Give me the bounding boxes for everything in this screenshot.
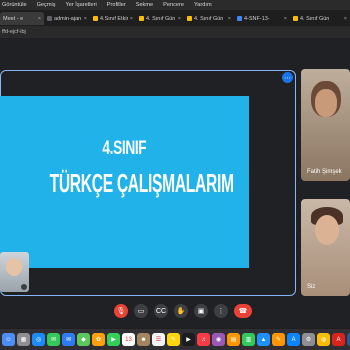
menu-item-history[interactable]: Geçmiş xyxy=(37,2,56,8)
close-tab-icon[interactable]: × xyxy=(84,16,87,22)
menu-item-view[interactable]: Görüntüle xyxy=(2,2,27,8)
avatar xyxy=(6,258,22,276)
tab-strip: Meet - e × admin-ajan × 4.Sınıf Etkin × … xyxy=(0,10,350,26)
participant-name: Siz xyxy=(307,284,316,290)
participant-face xyxy=(315,89,337,117)
tab-label: 4. Sınıf Gün xyxy=(300,15,330,22)
settings-icon[interactable]: ⚙ xyxy=(302,333,315,346)
participant-name: Fatih Şimşek xyxy=(307,169,342,175)
mail-icon[interactable]: ✉ xyxy=(62,333,75,346)
tab-gun-2[interactable]: 4. Sınıf Gün × xyxy=(184,12,234,25)
tab-label: Meet - e xyxy=(3,15,24,22)
numbers-icon[interactable]: ▥ xyxy=(242,333,255,346)
self-view-thumbnail[interactable] xyxy=(0,252,29,292)
acrobat-icon[interactable]: A xyxy=(332,333,345,346)
appstore-icon[interactable]: A xyxy=(287,333,300,346)
captions-icon[interactable]: CC xyxy=(154,304,168,318)
menu-item-window[interactable]: Pencere xyxy=(163,2,184,8)
close-tab-icon[interactable]: × xyxy=(344,16,347,22)
tab-snf[interactable]: 4-SNF-13- × xyxy=(234,12,290,25)
pages-icon[interactable]: ✎ xyxy=(272,333,285,346)
close-tab-icon[interactable]: × xyxy=(284,16,287,22)
tab-admin[interactable]: admin-ajan × xyxy=(44,12,90,25)
appletv-icon[interactable]: ▶ xyxy=(182,333,195,346)
tab-gun-1[interactable]: 4. Sınıf Gün × xyxy=(136,12,184,25)
books-icon[interactable]: ▤ xyxy=(227,333,240,346)
notes-icon[interactable]: ✎ xyxy=(167,333,180,346)
close-tab-icon[interactable]: × xyxy=(178,16,181,22)
finder-icon[interactable]: ☺ xyxy=(2,333,15,346)
dock: ☺▦◎✉✉◆✿▶13☻☰✎▶♫◉▤▥▲✎A⚙◍AWX✆TZ🗑 xyxy=(0,329,350,350)
launchpad-icon[interactable]: ▦ xyxy=(17,333,30,346)
tab-etkinlik[interactable]: 4.Sınıf Etkin × xyxy=(90,12,136,25)
present-icon[interactable]: ▣ xyxy=(194,304,208,318)
facetime-icon[interactable]: ▶ xyxy=(107,333,120,346)
pin-icon[interactable] xyxy=(21,284,27,290)
menu-item-help[interactable]: Yardım xyxy=(194,2,212,8)
favicon-icon xyxy=(237,16,242,21)
maps-icon[interactable]: ◆ xyxy=(77,333,90,346)
participant-tile-self[interactable]: Siz xyxy=(301,199,350,296)
keynote-icon[interactable]: ▲ xyxy=(257,333,270,346)
meeting-controls: 🎙 ▭ CC ✋ ▣ ⋮ ☎ xyxy=(0,304,350,318)
menu-item-bookmarks[interactable]: Yer İşaretleri xyxy=(66,2,97,8)
calendar-icon[interactable]: 13 xyxy=(122,333,135,346)
close-tab-icon[interactable]: × xyxy=(38,16,41,22)
menu-item-profiles[interactable]: Profiller xyxy=(107,2,126,8)
camera-icon[interactable]: ▭ xyxy=(134,304,148,318)
avatar xyxy=(315,215,339,245)
close-tab-icon[interactable]: × xyxy=(130,16,133,22)
tab-label: 4. Sınıf Gün xyxy=(146,15,176,22)
favicon-icon xyxy=(93,16,98,21)
favicon-icon xyxy=(47,16,52,21)
address-bar[interactable]: ffd-ejcf-ibj xyxy=(0,26,350,38)
chrome-icon[interactable]: ◍ xyxy=(317,333,330,346)
tab-meet[interactable]: Meet - e × xyxy=(0,12,44,25)
close-tab-icon[interactable]: × xyxy=(228,16,231,22)
url-text[interactable]: ffd-ejcf-ibj xyxy=(2,29,26,35)
end-call-icon[interactable]: ☎ xyxy=(234,304,252,318)
contacts-icon[interactable]: ☻ xyxy=(137,333,150,346)
tab-label: admin-ajan xyxy=(54,15,82,22)
slide-subtitle: TÜRKÇE ÇALIŞMALARIM xyxy=(49,168,234,198)
reminders-icon[interactable]: ☰ xyxy=(152,333,165,346)
tab-label: 4-SNF-13- xyxy=(244,15,270,22)
raise-hand-icon[interactable]: ✋ xyxy=(174,304,188,318)
music-icon[interactable]: ♫ xyxy=(197,333,210,346)
safari-icon[interactable]: ◎ xyxy=(32,333,45,346)
mic-off-icon[interactable]: 🎙 xyxy=(114,304,128,318)
photos-icon[interactable]: ✿ xyxy=(92,333,105,346)
menu-bar: Görüntüle Geçmiş Yer İşaretleri Profille… xyxy=(0,0,350,10)
favicon-icon xyxy=(187,16,192,21)
more-options-icon[interactable]: ⋮ xyxy=(214,304,228,318)
slide-title: 4.SINIF xyxy=(102,138,147,159)
favicon-icon xyxy=(139,16,144,21)
podcasts-icon[interactable]: ◉ xyxy=(212,333,225,346)
messages-icon[interactable]: ✉ xyxy=(47,333,60,346)
menu-item-tab[interactable]: Sekme xyxy=(136,2,153,8)
favicon-icon xyxy=(293,16,298,21)
tab-label: 4.Sınıf Etkin xyxy=(100,15,128,22)
tile-options-icon[interactable]: ⋯ xyxy=(282,72,293,83)
tab-gun-3[interactable]: 4. Sınıf Gün × xyxy=(290,12,350,25)
tab-label: 4. Sınıf Gün xyxy=(194,15,224,22)
participant-tile-fatih[interactable]: Fatih Şimşek xyxy=(301,69,350,181)
